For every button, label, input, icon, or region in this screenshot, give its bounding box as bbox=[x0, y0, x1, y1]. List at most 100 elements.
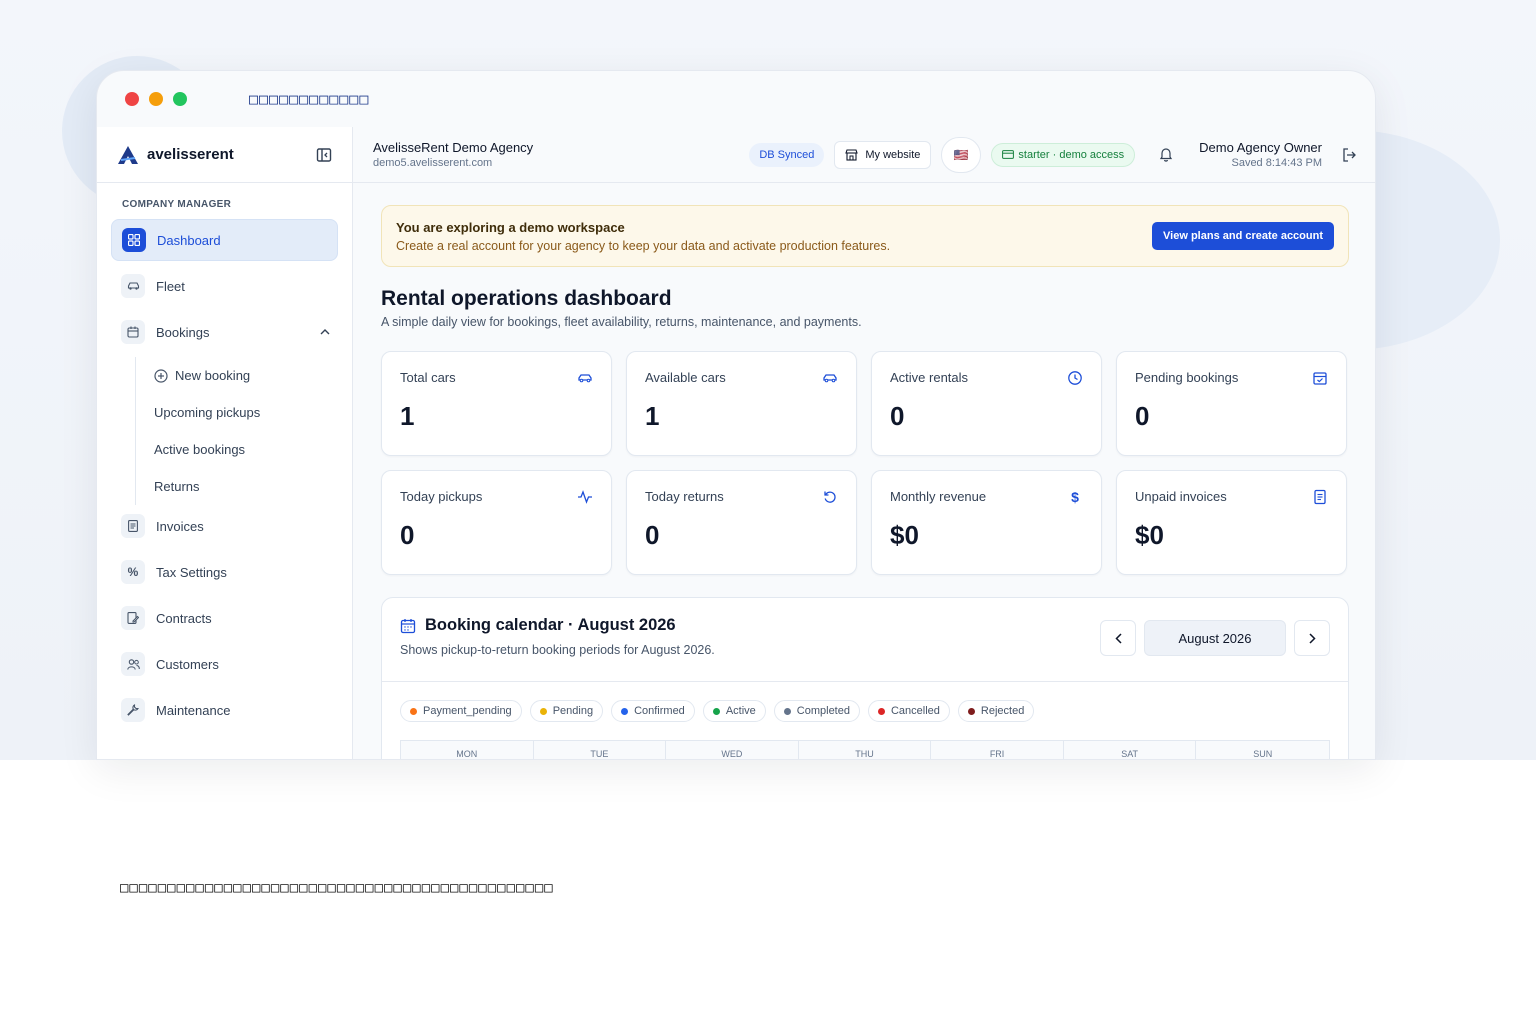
weekday-label: TUE bbox=[534, 741, 667, 759]
plan-label: starter · demo access bbox=[1018, 148, 1125, 161]
stat-label: Active rentals bbox=[890, 370, 969, 385]
sidebar-item-fleet[interactable]: Fleet bbox=[111, 265, 338, 307]
my-website-button[interactable]: My website bbox=[834, 140, 932, 169]
sidebar-item-maintenance[interactable]: Maintenance bbox=[111, 689, 338, 731]
window-titlebar: □□□□□□□□□□□□ bbox=[97, 71, 1375, 127]
calendar-title-text: Booking calendar · August 2026 bbox=[425, 616, 676, 634]
legend-cancelled: Cancelled bbox=[867, 700, 950, 722]
stat-label: Unpaid invoices bbox=[1135, 489, 1227, 504]
previous-month-button[interactable] bbox=[1100, 620, 1136, 656]
sidebar-subitem-returns[interactable]: Returns bbox=[154, 468, 352, 505]
legend-payment-pending: Payment_pending bbox=[400, 700, 522, 722]
contract-icon bbox=[121, 606, 145, 630]
bookings-submenu: New booking Upcoming pickups Active book… bbox=[135, 357, 352, 505]
agency-domain: demo5.avelisserent.com bbox=[373, 157, 493, 169]
footer-caption: □□□□□□□□□□□□□□□□□□□□□□□□□□□□□□□□□□□□□□□□… bbox=[120, 880, 554, 896]
status-dot bbox=[410, 707, 417, 715]
next-month-button[interactable] bbox=[1294, 620, 1330, 656]
status-dot bbox=[712, 707, 720, 715]
agency-name: AvelisseRent Demo Agency bbox=[373, 140, 534, 155]
sidebar-item-label: Maintenance bbox=[156, 702, 231, 718]
stat-card-unpaid-invoices: Unpaid invoices $0 bbox=[1116, 470, 1347, 575]
stats-grid: Total cars 1 Available cars 1 Active ren… bbox=[381, 351, 1349, 575]
stat-card-today-pickups: Today pickups 0 bbox=[381, 470, 612, 575]
stat-card-active-rentals: Active rentals 0 bbox=[871, 351, 1102, 456]
view-plans-button[interactable]: View plans and create account bbox=[1152, 222, 1334, 250]
language-flag-button[interactable]: 🇺🇸 bbox=[941, 136, 982, 173]
content: You are exploring a demo workspace Creat… bbox=[353, 183, 1375, 759]
sidebar-item-customers[interactable]: Customers bbox=[111, 643, 338, 685]
maximize-window-button[interactable] bbox=[173, 92, 187, 106]
car-icon bbox=[578, 374, 592, 383]
stat-value: 0 bbox=[1135, 401, 1150, 431]
db-status-badge: DB Synced bbox=[749, 142, 825, 167]
rotate-icon bbox=[824, 491, 836, 503]
stat-value: 1 bbox=[400, 401, 415, 431]
window-title: □□□□□□□□□□□□ bbox=[249, 90, 370, 108]
calendar-icon bbox=[121, 320, 145, 344]
brand-header: avelisserent bbox=[97, 127, 352, 183]
brand-logo-icon bbox=[118, 145, 138, 164]
stat-label: Available cars bbox=[645, 370, 726, 385]
user-name: Demo Agency Owner bbox=[1199, 140, 1322, 155]
sidebar-subitem-new-booking[interactable]: New booking bbox=[154, 357, 352, 394]
legend-label: Completed bbox=[796, 705, 850, 717]
stat-card-today-returns: Today returns 0 bbox=[626, 470, 857, 575]
status-dot bbox=[783, 707, 791, 715]
status-dot bbox=[621, 707, 629, 715]
card-icon bbox=[1002, 150, 1015, 159]
sidebar-subitem-label: Returns bbox=[154, 479, 200, 494]
banner-title: You are exploring a demo workspace bbox=[396, 219, 625, 235]
main-area: AvelisseRent Demo Agency demo5.avelisser… bbox=[353, 127, 1375, 759]
brand-name: avelisserent bbox=[147, 146, 234, 163]
close-window-button[interactable] bbox=[125, 92, 139, 106]
stat-card-available-cars: Available cars 1 bbox=[626, 351, 857, 456]
sidebar-item-label: Contracts bbox=[156, 610, 212, 626]
bell-icon[interactable] bbox=[1159, 147, 1173, 162]
sidebar-subitem-upcoming-pickups[interactable]: Upcoming pickups bbox=[154, 394, 352, 431]
car-icon bbox=[823, 374, 837, 383]
status-dot bbox=[877, 707, 885, 715]
minimize-window-button[interactable] bbox=[149, 92, 163, 106]
stat-value: 0 bbox=[890, 401, 905, 431]
legend-completed: Completed bbox=[773, 700, 860, 722]
calendar-icon bbox=[400, 618, 416, 633]
sidebar-subitem-active-bookings[interactable]: Active bookings bbox=[154, 431, 352, 468]
sidebar-item-tax-settings[interactable]: % Tax Settings bbox=[111, 551, 338, 593]
legend-label: Pending bbox=[552, 705, 594, 717]
users-icon bbox=[121, 652, 145, 676]
sidebar-item-dashboard[interactable]: Dashboard bbox=[111, 219, 338, 261]
sidebar: avelisserent COMPANY MANAGER Dashboard F… bbox=[97, 127, 353, 759]
chevron-right-icon bbox=[1308, 632, 1316, 644]
dollar-icon: $ bbox=[1071, 489, 1079, 505]
chevron-up-icon[interactable] bbox=[320, 329, 330, 335]
legend-label: Rejected bbox=[980, 705, 1025, 717]
legend-confirmed: Confirmed bbox=[611, 700, 695, 722]
logout-icon[interactable] bbox=[1342, 147, 1357, 162]
calendar-nav: August 2026 bbox=[1100, 620, 1330, 656]
sidebar-item-contracts[interactable]: Contracts bbox=[111, 597, 338, 639]
current-month-label[interactable]: August 2026 bbox=[1144, 620, 1286, 656]
legend-rejected: Rejected bbox=[957, 700, 1035, 722]
weekday-label: WED bbox=[666, 741, 799, 759]
sidebar-item-label: Dashboard bbox=[157, 232, 221, 248]
weekday-label: SAT bbox=[1064, 741, 1197, 759]
stat-label: Today returns bbox=[645, 489, 724, 504]
sidebar-subitem-label: New booking bbox=[175, 368, 251, 383]
sidebar-item-bookings[interactable]: Bookings bbox=[111, 311, 338, 353]
sidebar-subitem-label: Active bookings bbox=[154, 442, 246, 457]
weekday-label: MON bbox=[401, 741, 534, 759]
demo-banner: You are exploring a demo workspace Creat… bbox=[381, 205, 1349, 267]
activity-icon bbox=[578, 490, 592, 504]
percent-icon: % bbox=[121, 560, 145, 584]
app-window: □□□□□□□□□□□□ avelisserent COMPANY MANAGE… bbox=[96, 70, 1376, 760]
document-icon bbox=[1314, 489, 1326, 505]
booking-calendar: Booking calendar · August 2026 Shows pic… bbox=[381, 597, 1349, 759]
stat-value: $0 bbox=[1135, 520, 1164, 550]
car-icon bbox=[121, 274, 145, 298]
legend-label: Cancelled bbox=[890, 705, 940, 717]
sidebar-collapse-icon[interactable] bbox=[316, 147, 332, 163]
app-shell: avelisserent COMPANY MANAGER Dashboard F… bbox=[97, 127, 1375, 759]
plus-circle-icon bbox=[154, 368, 168, 383]
sidebar-item-invoices[interactable]: Invoices bbox=[111, 505, 338, 547]
